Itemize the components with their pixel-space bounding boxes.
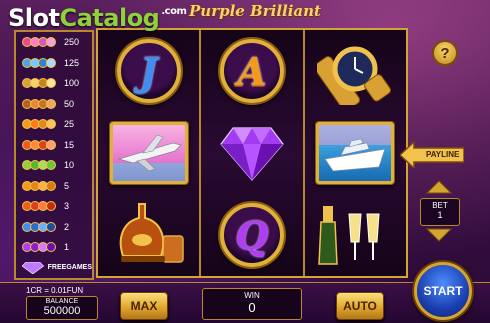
paytable-symbol-icons bbox=[22, 98, 60, 109]
symbol-chip-icon bbox=[46, 242, 56, 253]
paytable-row: 3 bbox=[16, 196, 92, 217]
reel-cell bbox=[98, 112, 199, 194]
payline-label: PAYLINE bbox=[426, 150, 460, 159]
paytable-value: 5 bbox=[64, 180, 70, 191]
paytable-row: 125 bbox=[16, 53, 92, 74]
paytable-row: 250 bbox=[16, 32, 92, 53]
help-button[interactable]: ? bbox=[432, 40, 458, 66]
diamond-icon bbox=[22, 261, 44, 274]
bet-display: BET 1 bbox=[420, 198, 460, 226]
paytable-row: 15 bbox=[16, 135, 92, 156]
symbol-chip-icon bbox=[46, 201, 56, 212]
letter-q-symbol: Q bbox=[219, 203, 284, 267]
paytable-symbol-icons bbox=[22, 78, 60, 89]
slotcatalog-logo: SlotCatalog .com bbox=[8, 4, 187, 32]
bet-label: BET bbox=[432, 201, 448, 210]
diamond-icon bbox=[220, 127, 284, 181]
symbol-chip-icon bbox=[46, 221, 56, 232]
paytable-symbol-icons bbox=[22, 180, 60, 191]
balance-value: 500000 bbox=[43, 305, 81, 317]
reel-cell bbox=[201, 112, 302, 194]
bet-up-arrow-icon[interactable] bbox=[426, 180, 452, 194]
symbol-chip-icon bbox=[46, 180, 56, 191]
win-value: 0 bbox=[248, 300, 256, 315]
paytable-symbol-icons bbox=[22, 160, 60, 171]
paytable-value: 250 bbox=[64, 37, 80, 48]
reel-cell: A bbox=[201, 30, 302, 112]
reel-1: J bbox=[98, 30, 202, 276]
paytable-value: 10 bbox=[64, 160, 75, 171]
symbol-chip-icon bbox=[46, 78, 56, 89]
paytable-symbol-icons bbox=[22, 57, 60, 68]
symbol-chip-icon bbox=[46, 98, 56, 109]
paytable-value: 50 bbox=[64, 98, 75, 109]
paytable-value: 1 bbox=[64, 242, 70, 253]
paytable-row-freegames: FREEGAMES bbox=[16, 258, 92, 279]
paytable-symbol-icons bbox=[22, 119, 60, 130]
reel-3 bbox=[304, 30, 406, 276]
watch-symbol-icon bbox=[317, 46, 392, 105]
paytable-symbol-icons bbox=[22, 37, 60, 48]
letter-a-symbol: A bbox=[219, 39, 284, 103]
paytable-row: 10 bbox=[16, 155, 92, 176]
jet-symbol bbox=[109, 122, 188, 184]
paytable-row: 5 bbox=[16, 176, 92, 197]
paytable-value: 2 bbox=[64, 221, 70, 232]
symbol-chip-icon bbox=[46, 139, 56, 150]
paytable-value: 100 bbox=[64, 78, 80, 89]
bet-value: 1 bbox=[437, 210, 443, 220]
champagne-symbol-icon bbox=[318, 206, 380, 265]
credit-rate: 1CR = 0.01FUN bbox=[26, 286, 84, 295]
balance-display: BALANCE 500000 bbox=[26, 296, 98, 320]
paytable: 250 125 100 50 25 15 10 5 3 2 1 FREEGAMES bbox=[14, 30, 94, 280]
win-label: WIN bbox=[244, 291, 260, 300]
paytable-row: 100 bbox=[16, 73, 92, 94]
game-title: Purple Brilliant bbox=[189, 2, 321, 20]
paytable-symbol-icons bbox=[22, 242, 60, 253]
paytable-symbol-icons bbox=[22, 201, 60, 212]
cognac-symbol-icon bbox=[119, 203, 184, 263]
jet-icon bbox=[112, 134, 185, 181]
symbol-chip-icon bbox=[46, 160, 56, 171]
reel-cell bbox=[305, 30, 406, 112]
yacht-symbol bbox=[316, 122, 395, 184]
symbol-chip-icon bbox=[46, 37, 56, 48]
paytable-symbol-icons bbox=[22, 139, 60, 150]
reel-cell bbox=[305, 194, 406, 276]
bet-down-arrow-icon[interactable] bbox=[426, 228, 452, 242]
paytable-value: 125 bbox=[64, 57, 80, 68]
paytable-value: 3 bbox=[64, 201, 70, 212]
symbol-chip-icon bbox=[46, 57, 56, 68]
paytable-row: 2 bbox=[16, 217, 92, 238]
balance-label: BALANCE bbox=[45, 298, 79, 305]
max-bet-button[interactable]: MAX bbox=[120, 292, 168, 320]
reel-cell bbox=[98, 194, 199, 276]
start-button[interactable]: START bbox=[414, 262, 472, 320]
letter-j-symbol: J bbox=[116, 39, 181, 103]
paytable-row: 1 bbox=[16, 237, 92, 258]
yacht-icon bbox=[319, 125, 392, 172]
reels-area: JAQ bbox=[96, 28, 408, 278]
paytable-row: 25 bbox=[16, 114, 92, 135]
paytable-row: 50 bbox=[16, 94, 92, 115]
reel-2: AQ bbox=[201, 30, 305, 276]
reel-cell: J bbox=[98, 30, 199, 112]
paytable-value: 15 bbox=[64, 139, 75, 150]
reel-cell: Q bbox=[201, 194, 302, 276]
freegames-label: FREEGAMES bbox=[47, 264, 92, 272]
auto-button[interactable]: AUTO bbox=[336, 292, 384, 320]
paytable-value: 25 bbox=[64, 119, 75, 130]
reel-cell bbox=[305, 112, 406, 194]
symbol-chip-icon bbox=[46, 119, 56, 130]
win-display: WIN 0 bbox=[202, 288, 302, 320]
paytable-symbol-icons bbox=[22, 221, 60, 232]
